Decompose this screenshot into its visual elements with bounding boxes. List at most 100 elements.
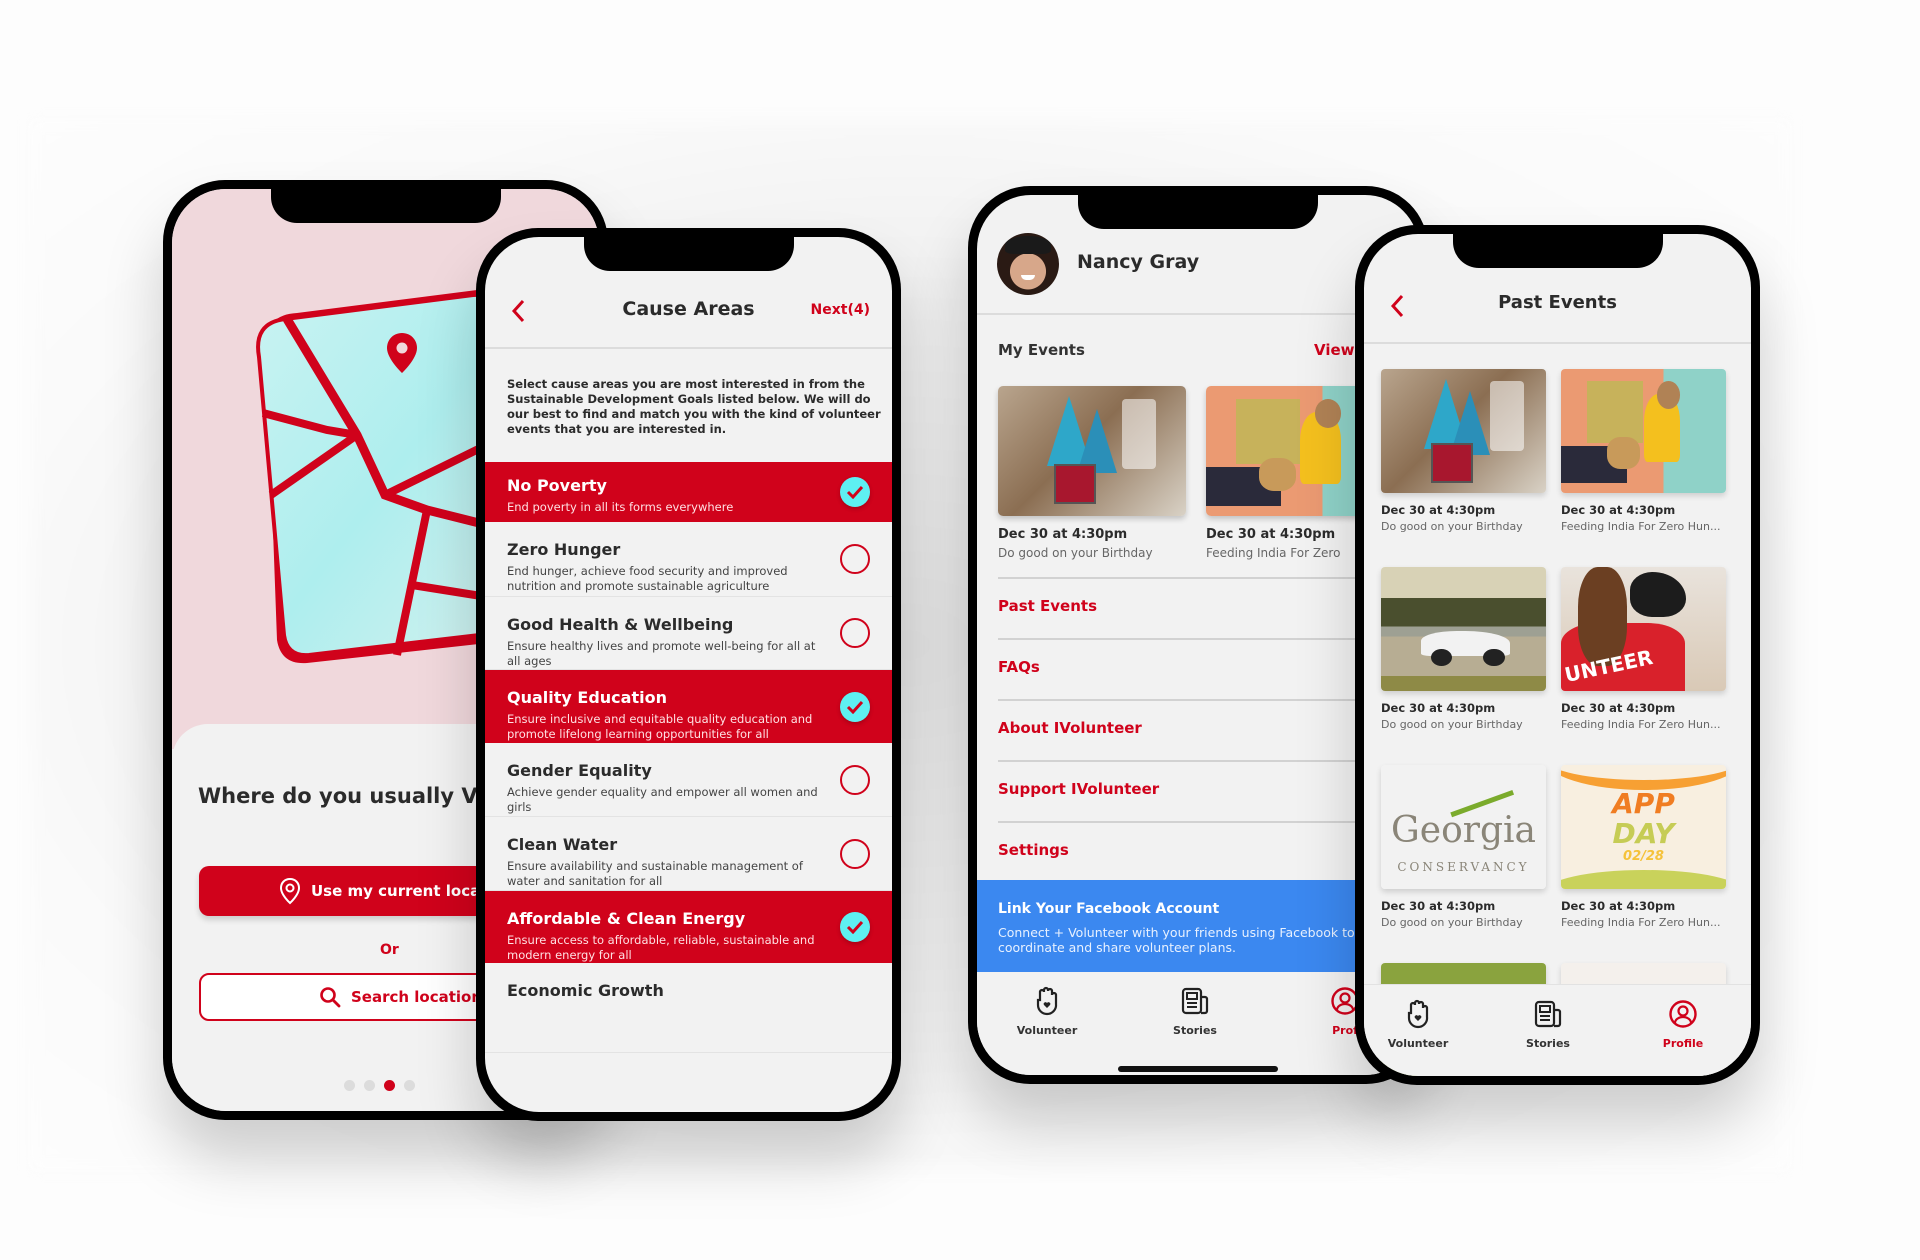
event-card[interactable]: Dec 30 at 4:30pm Do good on your Birthday [998, 386, 1186, 560]
event-image [1381, 567, 1546, 691]
newspaper-icon [1145, 986, 1245, 1020]
empty-circle-icon[interactable] [840, 618, 870, 648]
next-button[interactable]: Next(4) [811, 302, 870, 318]
location-pin-icon [279, 877, 301, 905]
phone-notch [1078, 195, 1318, 229]
pager-dot-active[interactable] [384, 1080, 395, 1091]
cause-description: Ensure inclusive and equitable quality e… [507, 712, 813, 741]
event-name: Feeding India For Zero Hun... [1561, 718, 1721, 731]
app-day-text: APP [1612, 787, 1675, 821]
facebook-banner-title: Link Your Facebook Account [998, 901, 1220, 917]
cause-title: Gender Equality [507, 761, 652, 780]
cause-areas-intro: Select cause areas you are most interest… [507, 377, 881, 436]
past-event-card[interactable]: UNTEER Dec 30 at 4:30pm Feeding India For … [1561, 567, 1726, 765]
phone-notch [270, 189, 501, 223]
profile-screen: Nancy Gray My Events View Dec 30 at 4:30… [977, 195, 1419, 1075]
onboarding-pager [344, 1080, 415, 1091]
event-date: Dec 30 at 4:30pm [998, 527, 1128, 542]
cause-description: End poverty in all its forms everywhere [507, 500, 734, 514]
phone-cause-areas-screen: Cause Areas Next(4) Select cause areas y… [476, 228, 901, 1121]
event-image: APP DAY 02/28 [1561, 765, 1726, 889]
cause-item[interactable]: No Poverty End poverty in all its forms e… [485, 462, 892, 522]
cause-description: Ensure access to affordable, reliable, s… [507, 933, 815, 962]
event-date: Dec 30 at 4:30pm [1381, 503, 1496, 517]
hand-heart-icon [997, 986, 1097, 1020]
past-event-card[interactable]: Dec 30 at 4:30pm Do good on your Birthday [1381, 567, 1546, 765]
cause-areas-header: Cause Areas Next(4) [485, 271, 892, 349]
past-events-grid: Dec 30 at 4:30pm Do good on your Birthday… [1381, 369, 1726, 1076]
event-date: Dec 30 at 4:30pm [1561, 503, 1676, 517]
checkmark-circle-icon[interactable] [840, 912, 870, 942]
event-image [1381, 369, 1546, 493]
past-event-card[interactable]: Dec 30 at 4:30pm Feeding India For Zero H… [1561, 369, 1726, 567]
event-date: Dec 30 at 4:30pm [1561, 899, 1676, 913]
tab-stories[interactable]: Stories [1145, 986, 1245, 1037]
pager-dot[interactable] [364, 1080, 375, 1091]
cause-item[interactable]: Clean Water Ensure availability and susta… [485, 817, 892, 891]
event-date: Dec 30 at 4:30pm [1381, 701, 1496, 715]
event-name: Feeding India For Zero Hun... [1561, 916, 1721, 929]
event-name: Do good on your Birthday [1381, 718, 1523, 731]
cause-item[interactable]: Good Health & Wellbeing Ensure healthy li… [485, 597, 892, 670]
event-name: Do good on your Birthday [1381, 520, 1523, 533]
cause-item[interactable]: Quality Education Ensure inclusive and eq… [485, 670, 892, 743]
facebook-link-banner[interactable]: Link Your Facebook Account Connect + Vol… [977, 880, 1419, 972]
empty-circle-icon[interactable] [840, 764, 870, 795]
cause-item[interactable]: Gender Equality Achieve gender equality a… [485, 743, 892, 817]
tab-label: Stories [1526, 1037, 1570, 1050]
location-question: Where do you usually Volu [198, 784, 514, 808]
cause-description: End hunger, achieve food security and im… [507, 564, 788, 593]
newspaper-icon [1498, 999, 1598, 1033]
avatar[interactable] [997, 233, 1059, 295]
profile-name: Nancy Gray [1077, 251, 1200, 273]
pager-dot[interactable] [344, 1080, 355, 1091]
user-circle-icon [1633, 999, 1733, 1033]
past-events-header: Past Events [1364, 268, 1751, 344]
view-all-link[interactable]: View [1314, 341, 1355, 359]
georgia-logo-text: Georgia [1391, 809, 1536, 851]
tab-profile[interactable]: Profile [1633, 999, 1733, 1050]
cause-title: Good Health & Wellbeing [507, 615, 734, 634]
phone-notch [583, 237, 794, 271]
app-day-date: 02/28 [1623, 849, 1664, 865]
tab-stories[interactable]: Stories [1498, 999, 1598, 1050]
past-event-card[interactable]: Dec 30 at 4:30pm Do good on your Birthday [1381, 369, 1546, 567]
past-event-card[interactable]: APP DAY 02/28 Dec 30 at 4:30pm Feeding India… [1561, 765, 1726, 963]
checkmark-circle-icon[interactable] [840, 477, 870, 507]
tab-bar: Volunteer Stories Profile [1364, 984, 1751, 1076]
event-name: Do good on your Birthday [998, 546, 1153, 560]
event-image: UNTEER [1561, 567, 1726, 691]
my-events-row: Dec 30 at 4:30pm Do good on your Birthday… [998, 386, 1394, 560]
cause-item[interactable]: Zero Hunger End hunger, achieve food secu… [485, 522, 892, 597]
cause-list: No Poverty End poverty in all its forms e… [485, 462, 892, 1053]
empty-circle-icon[interactable] [840, 838, 870, 869]
tab-bar: Volunteer Stories Prof [977, 972, 1419, 1075]
tab-label: Volunteer [1387, 1037, 1449, 1050]
cause-item[interactable]: Economic Growth [485, 963, 892, 1053]
page-title: Past Events [1498, 292, 1617, 313]
event-date: Dec 30 at 4:30pm [1381, 899, 1496, 913]
my-events-heading: My Events [998, 341, 1085, 359]
tab-volunteer[interactable]: Volunteer [997, 986, 1097, 1037]
event-name: Feeding India For Zero Hun... [1561, 520, 1721, 533]
empty-circle-icon[interactable] [840, 544, 870, 574]
home-indicator [1118, 1066, 1278, 1072]
tab-volunteer[interactable]: Volunteer [1368, 999, 1468, 1050]
pager-dot[interactable] [404, 1080, 415, 1091]
app-day-text: DAY [1612, 817, 1675, 851]
cause-description: Ensure availability and sustainable mana… [507, 859, 803, 888]
phone-past-events-screen: Past Events Dec 30 at 4:30pm Do good on y… [1355, 225, 1760, 1085]
or-separator: Or [380, 942, 399, 958]
cause-title: Quality Education [507, 688, 667, 707]
georgia-logo-subtext: CONSERVANCY [1397, 860, 1530, 875]
hand-heart-icon [1368, 999, 1468, 1033]
cause-item[interactable]: Affordable & Clean Energy Ensure access t… [485, 891, 892, 963]
cause-title: Economic Growth [507, 981, 664, 1000]
event-name: Do good on your Birthday [1381, 916, 1523, 929]
cause-title: Clean Water [507, 835, 618, 854]
phone-notch [1452, 234, 1663, 268]
past-event-card[interactable]: Georgia CONSERVANCY Dec 30 at 4:30pm Do goo… [1381, 765, 1546, 963]
checkmark-circle-icon[interactable] [840, 691, 870, 722]
profile-header: Nancy Gray [977, 229, 1419, 315]
cause-description: Ensure healthy lives and promote well-be… [507, 639, 816, 668]
